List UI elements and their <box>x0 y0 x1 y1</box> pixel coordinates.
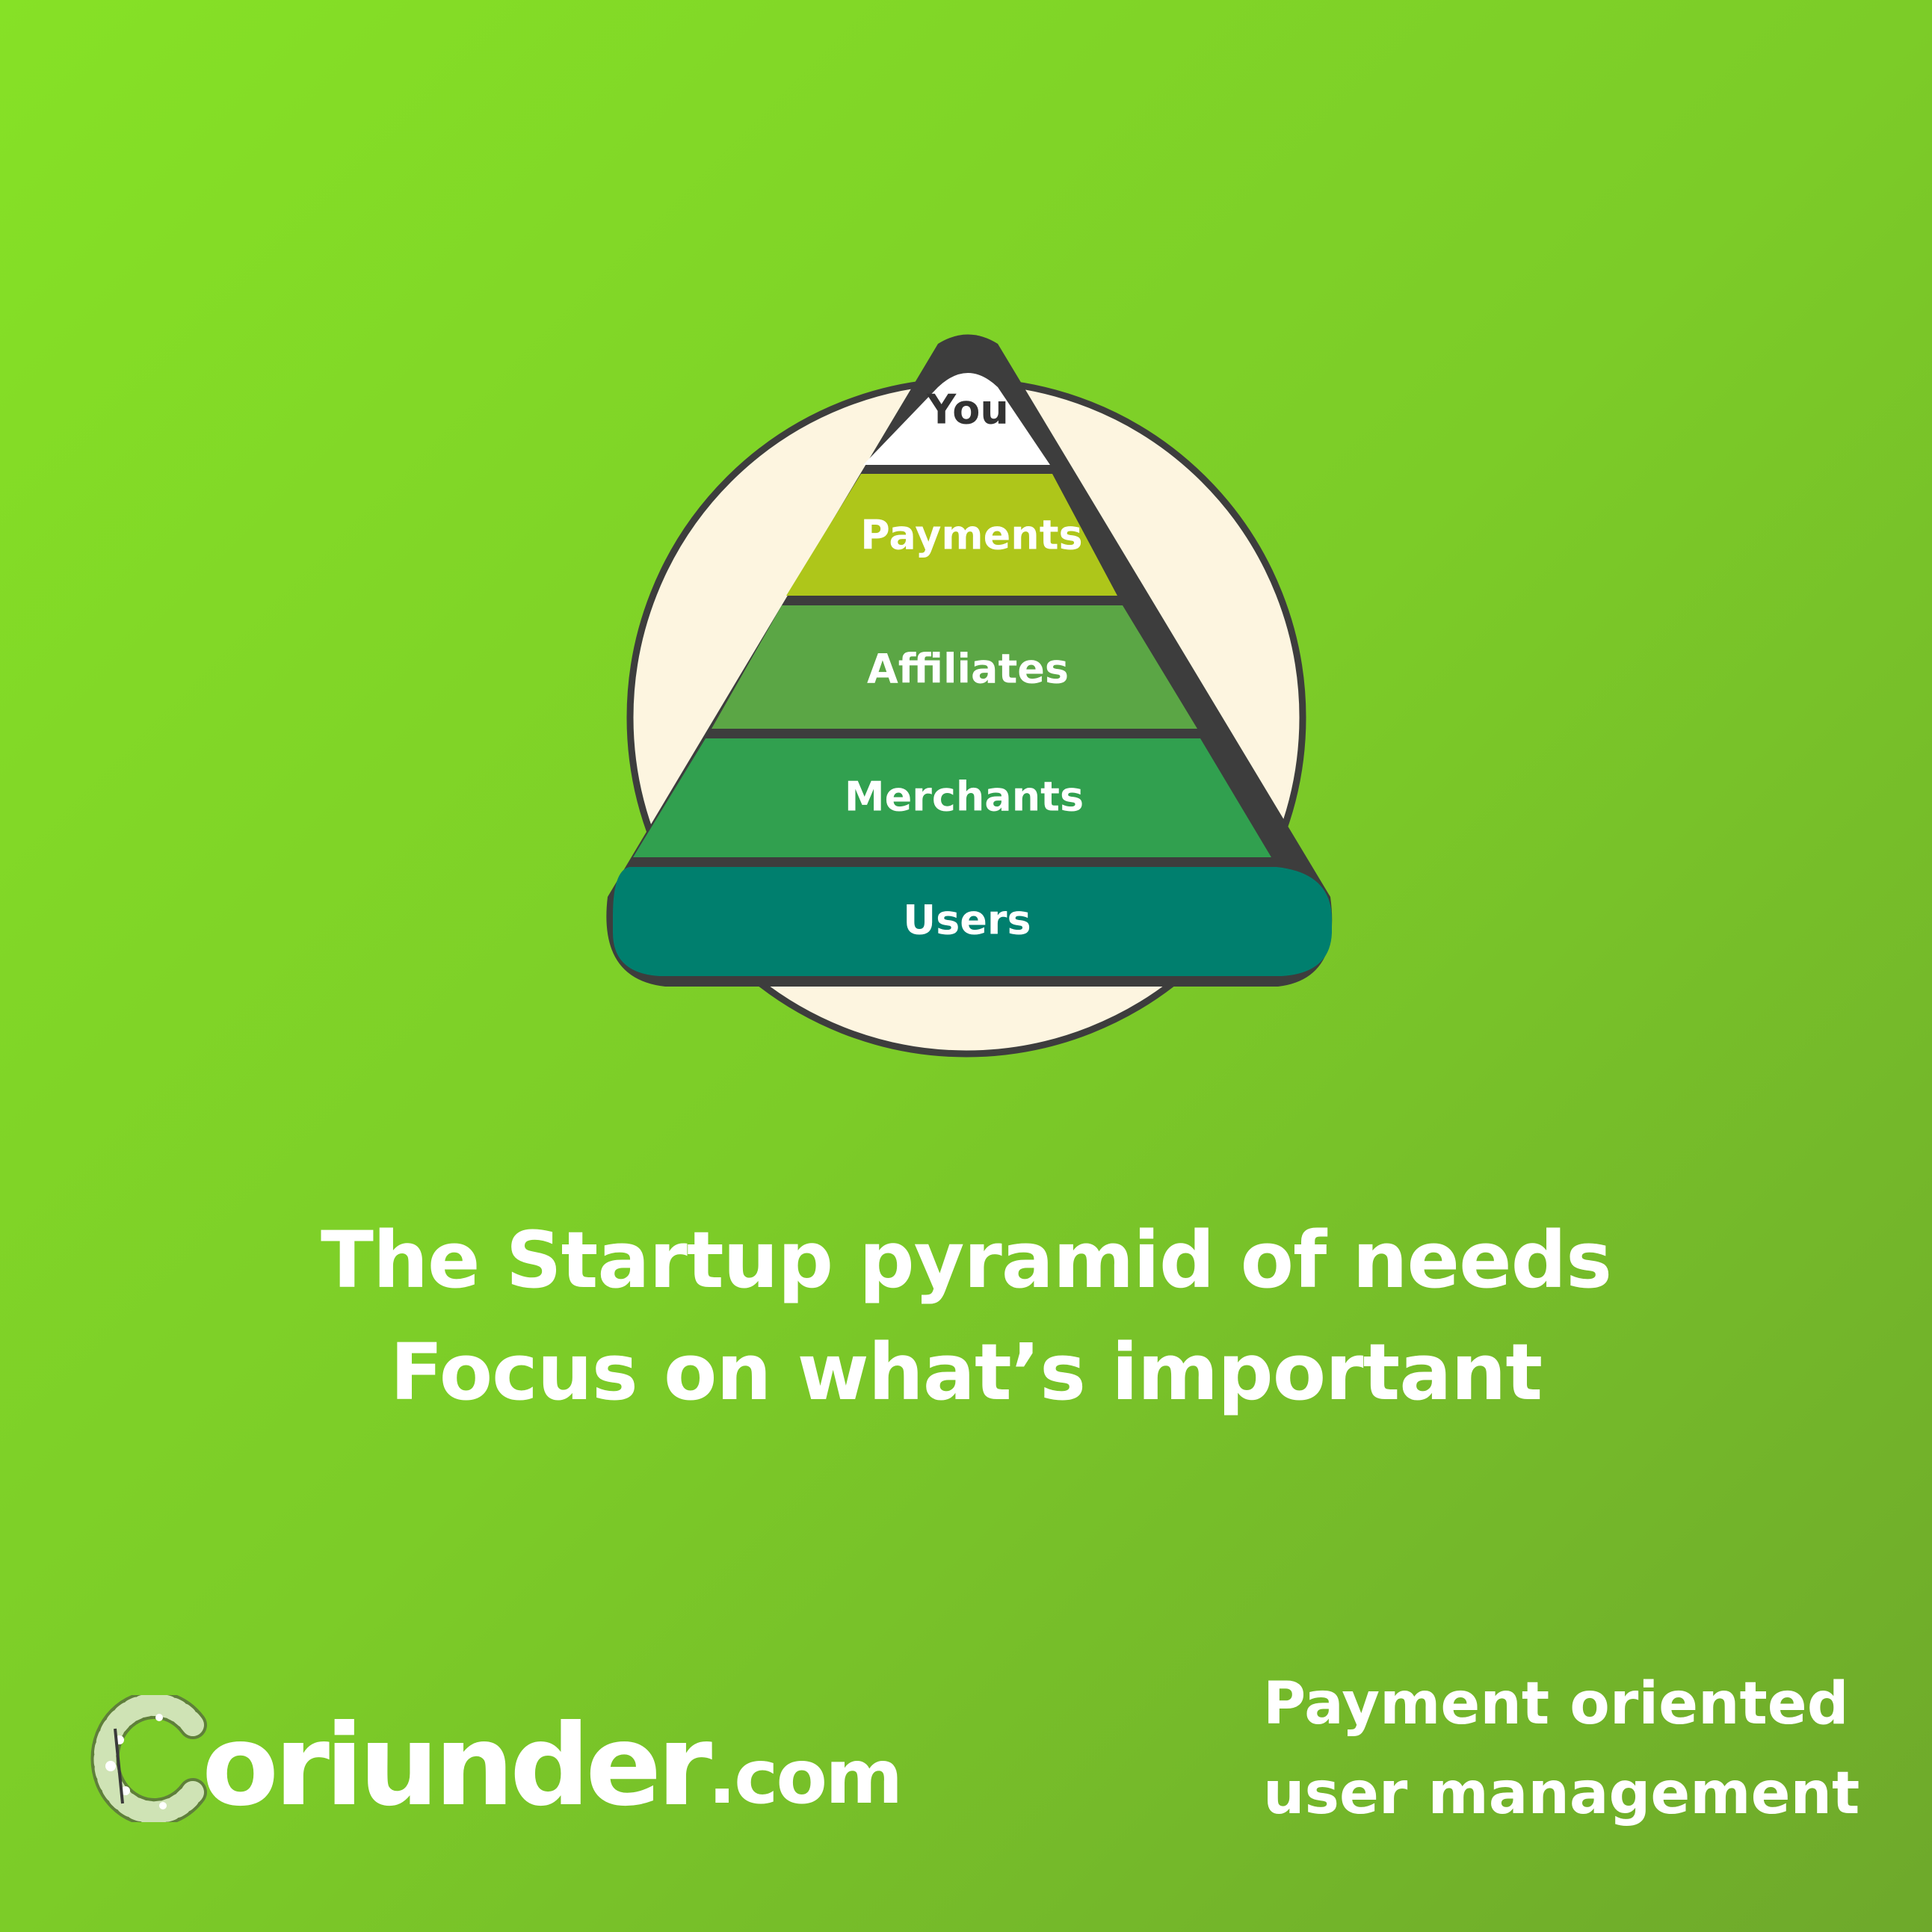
caption-subtitle: Focus on what’s important <box>389 1327 1543 1418</box>
pyramid-diagram: You Payments Affiliates Merchants Users <box>606 334 1333 1058</box>
coriander-c-logo-icon <box>90 1695 207 1822</box>
layer-label-payments: Payments <box>860 512 1082 559</box>
brand-domain-suffix: .com <box>708 1733 903 1821</box>
layer-label-you: You <box>926 386 1009 433</box>
layer-label-merchants: Merchants <box>845 774 1084 821</box>
tagline-line-2: user management <box>1263 1760 1860 1827</box>
layer-label-users: Users <box>903 897 1031 944</box>
layer-label-affiliates: Affiliates <box>867 646 1069 693</box>
brand-logo: oriunder .com <box>88 1695 903 1831</box>
brand-name: oriunder <box>202 1701 712 1831</box>
tagline-line-1: Payment oriented <box>1263 1670 1849 1738</box>
caption-title: The Startup pyramid of needs <box>321 1215 1612 1306</box>
